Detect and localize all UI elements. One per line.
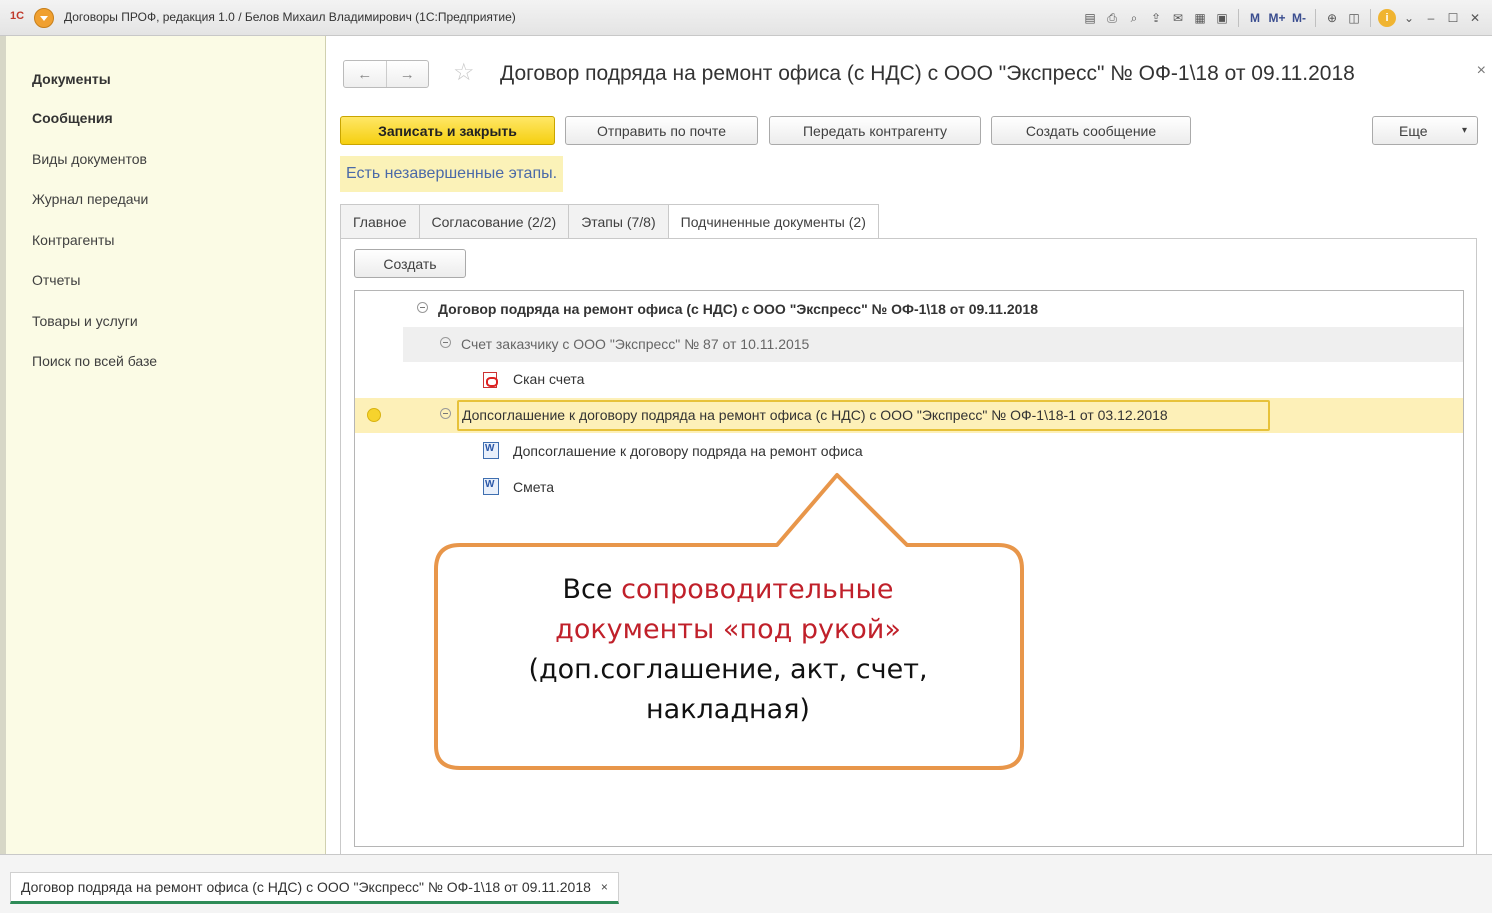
app-logo: 1С — [10, 10, 25, 22]
tree-row-label: Допсоглашение к договору подряда на ремо… — [513, 443, 863, 459]
sidebar-item-reports[interactable]: Отчеты — [32, 272, 80, 288]
history-nav: ← → — [343, 60, 429, 88]
callout-highlight: сопроводительные — [621, 574, 894, 605]
memory-plus-button[interactable]: M+ — [1268, 8, 1286, 28]
title-toolbar: ▤ ⎙ ⌕ ⇪ ✉ ▦ ▣ M M+ M- ⊕ ◫ i ⌄ – ☐ ✕ — [1081, 7, 1484, 29]
save-icon[interactable]: ▤ — [1081, 8, 1099, 28]
toolbar-divider — [1315, 9, 1316, 27]
info-icon[interactable]: i — [1378, 9, 1396, 27]
callout-line: (доп.соглашение, акт, счет, — [528, 654, 928, 685]
panels-icon[interactable]: ◫ — [1345, 8, 1363, 28]
sidebar-item-document-types[interactable]: Виды документов — [32, 151, 147, 167]
open-window-tab[interactable]: Договор подряда на ремонт офиса (с НДС) … — [10, 872, 619, 904]
sidebar-item-counterparties[interactable]: Контрагенты — [32, 232, 114, 248]
tree-row[interactable]: Скан счета — [355, 362, 1463, 397]
tree-row-label: Договор подряда на ремонт офиса (с НДС) … — [438, 301, 1038, 317]
form-title: Договор подряда на ремонт офиса (с НДС) … — [500, 62, 1355, 85]
chevron-down-icon: ▾ — [1461, 125, 1467, 136]
tree-row-label: Допсоглашение к договору подряда на ремо… — [462, 407, 1168, 423]
sidebar-item-transfer-journal[interactable]: Журнал передачи — [32, 191, 148, 207]
tab-main[interactable]: Главное — [340, 204, 419, 239]
memory-button[interactable]: M — [1246, 8, 1264, 28]
tree-row[interactable]: Счет заказчику с ООО "Экспресс" № 87 от … — [355, 327, 1463, 362]
more-button[interactable]: Еще ▾ — [1372, 116, 1478, 145]
close-tab-icon[interactable]: × — [601, 880, 608, 894]
send-counterparty-button[interactable]: Передать контрагенту — [769, 116, 981, 145]
create-button[interactable]: Создать — [354, 249, 466, 278]
maximize-icon[interactable]: ☐ — [1444, 8, 1462, 28]
pdf-file-icon — [483, 372, 498, 388]
save-close-button[interactable]: Записать и закрыть — [340, 116, 555, 145]
zoom-icon[interactable]: ⊕ — [1323, 8, 1341, 28]
open-windows-bar: Договор подряда на ремонт офиса (с НДС) … — [0, 854, 1492, 913]
tab-approval[interactable]: Согласование (2/2) — [418, 204, 569, 239]
callout-text: Все сопроводительные документы «под руко… — [430, 570, 1026, 730]
collapse-icon[interactable] — [440, 337, 451, 348]
main-menu-button[interactable] — [34, 8, 54, 28]
forward-arrow-icon[interactable]: → — [387, 61, 429, 87]
tree-row[interactable]: Допсоглашение к договору подряда на ремо… — [355, 434, 1463, 469]
dropdown-icon[interactable]: ⌄ — [1400, 8, 1418, 28]
memory-minus-button[interactable]: M- — [1290, 8, 1308, 28]
callout-line: накладная) — [646, 694, 810, 725]
create-message-button[interactable]: Создать сообщение — [991, 116, 1191, 145]
tree-row-label: Скан счета — [513, 371, 585, 387]
attach-icon[interactable]: ⇪ — [1147, 8, 1165, 28]
collapse-icon[interactable] — [440, 408, 451, 419]
preview-icon[interactable]: ⌕ — [1125, 8, 1143, 28]
form-tabs: Главное Согласование (2/2) Этапы (7/8) П… — [340, 204, 879, 240]
warning-message[interactable]: Есть незавершенные этапы. — [340, 156, 564, 192]
close-window-icon[interactable]: ✕ — [1466, 8, 1484, 28]
tab-subordinate-documents[interactable]: Подчиненные документы (2) — [667, 204, 879, 240]
sidebar-item-goods-services[interactable]: Товары и услуги — [32, 313, 138, 329]
favorite-star-icon[interactable]: ☆ — [453, 58, 475, 87]
collapse-icon[interactable] — [417, 302, 428, 313]
minimize-icon[interactable]: – — [1422, 8, 1440, 28]
open-window-label: Договор подряда на ремонт офиса (с НДС) … — [21, 879, 591, 895]
sidebar-item-documents[interactable]: Документы — [32, 71, 111, 87]
send-mail-button[interactable]: Отправить по почте — [565, 116, 758, 145]
calculator-icon[interactable]: ▦ — [1191, 8, 1209, 28]
window-title: Договоры ПРОФ, редакция 1.0 / Белов Миха… — [64, 10, 516, 24]
calendar-icon[interactable]: ▣ — [1213, 8, 1231, 28]
window-title-bar: 1С Договоры ПРОФ, редакция 1.0 / Белов М… — [0, 0, 1492, 36]
print-icon[interactable]: ⎙ — [1103, 8, 1121, 28]
tab-stages[interactable]: Этапы (7/8) — [568, 204, 668, 239]
mail-icon[interactable]: ✉ — [1169, 8, 1187, 28]
tree-row[interactable]: Договор подряда на ремонт офиса (с НДС) … — [355, 292, 1463, 327]
callout-plain: Все — [562, 574, 622, 605]
sidebar-item-messages[interactable]: Сообщения — [32, 110, 113, 126]
toolbar-divider — [1370, 9, 1371, 27]
tree-row-label: Счет заказчику с ООО "Экспресс" № 87 от … — [461, 336, 810, 352]
toolbar-divider — [1238, 9, 1239, 27]
sidebar: Документы Сообщения Виды документов Журн… — [0, 36, 326, 854]
more-label: Еще — [1399, 122, 1428, 139]
status-dot-icon — [367, 408, 381, 422]
callout-highlight: документы «под рукой» — [555, 614, 901, 645]
word-file-icon — [483, 442, 499, 459]
sidebar-item-search[interactable]: Поиск по всей базе — [32, 353, 157, 369]
back-arrow-icon[interactable]: ← — [344, 61, 387, 87]
tree-row-selected[interactable]: Допсоглашение к договору подряда на ремо… — [355, 398, 1463, 433]
close-form-icon[interactable]: × — [1477, 62, 1486, 80]
